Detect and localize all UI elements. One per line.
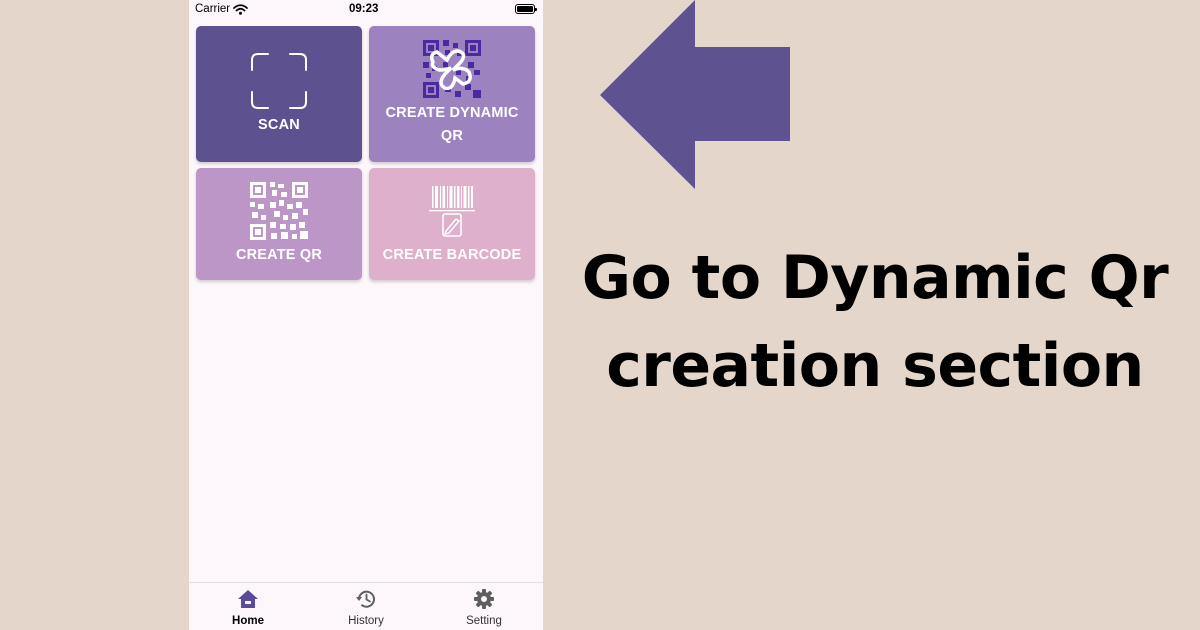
create-qr-tile[interactable]: CREATE QR bbox=[196, 168, 362, 280]
dynamic-qr-icon bbox=[423, 40, 481, 98]
status-time: 09:23 bbox=[349, 3, 379, 15]
scan-label: SCAN bbox=[258, 117, 300, 133]
tab-setting[interactable]: Setting bbox=[425, 583, 543, 630]
create-barcode-label: CREATE BARCODE bbox=[382, 247, 522, 263]
carrier-label: Carrier bbox=[195, 3, 231, 15]
status-bar: Carrier 09:23 bbox=[189, 0, 543, 20]
instruction-text: Go to Dynamic Qr creation section bbox=[560, 234, 1190, 410]
create-qr-label: CREATE QR bbox=[235, 247, 323, 263]
history-icon bbox=[356, 590, 375, 608]
phone-screen: Carrier 09:23 SCAN CREATE DYNAMIC QR CRE… bbox=[189, 0, 543, 630]
tab-bar: Home History Setting bbox=[189, 582, 543, 630]
wifi-icon bbox=[233, 3, 249, 15]
instruction-line-2: creation section bbox=[606, 331, 1144, 401]
qr-code-icon bbox=[250, 182, 308, 240]
home-icon bbox=[238, 590, 258, 608]
tab-home-label: Home bbox=[232, 615, 264, 627]
tab-home[interactable]: Home bbox=[189, 583, 307, 630]
tab-history[interactable]: History bbox=[307, 583, 425, 630]
tab-setting-label: Setting bbox=[466, 615, 502, 627]
instruction-line-1: Go to Dynamic Qr bbox=[581, 243, 1169, 313]
status-carrier: Carrier bbox=[195, 3, 249, 15]
scan-tile[interactable]: SCAN bbox=[196, 26, 362, 162]
barcode-icon bbox=[429, 186, 475, 237]
create-dynamic-qr-label-line2: QR bbox=[440, 128, 464, 144]
scan-frame-icon bbox=[251, 53, 307, 109]
create-dynamic-qr-label-line1: CREATE DYNAMIC bbox=[385, 105, 519, 121]
tab-history-label: History bbox=[348, 615, 384, 627]
battery-icon bbox=[515, 4, 537, 14]
create-barcode-tile[interactable]: CREATE BARCODE bbox=[369, 168, 535, 280]
create-dynamic-qr-tile[interactable]: CREATE DYNAMIC QR bbox=[369, 26, 535, 162]
gear-icon bbox=[474, 589, 494, 609]
left-arrow-icon bbox=[600, 0, 790, 189]
